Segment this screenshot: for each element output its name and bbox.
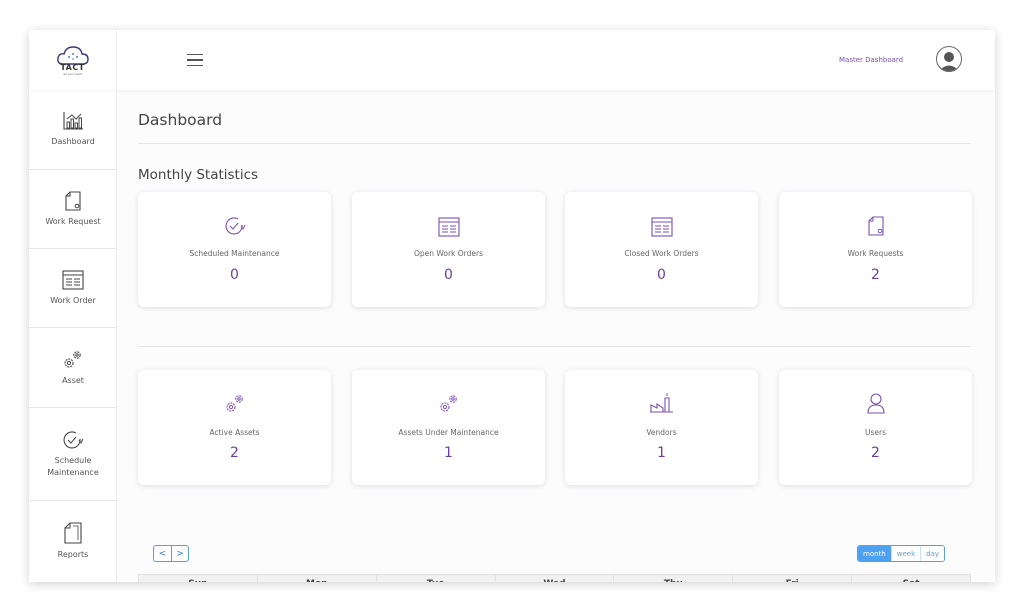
- list-icon: [650, 217, 673, 237]
- stat-card-users[interactable]: Users 2: [779, 370, 972, 485]
- hamburger-menu-icon[interactable]: [187, 54, 203, 66]
- gears-icon: [64, 351, 81, 368]
- sidebar-item-dashboard[interactable]: Dashboard: [29, 90, 117, 170]
- stat-card-assets-under-maintenance[interactable]: Assets Under Maintenance 1: [352, 370, 545, 485]
- divider: [138, 143, 971, 144]
- sidebar-item-label: Work Request: [45, 216, 101, 226]
- calendar-view-tabs: month week day: [857, 545, 946, 562]
- tab-week[interactable]: week: [890, 546, 921, 561]
- stat-value: 0: [230, 267, 239, 283]
- clock-refresh-icon: [225, 217, 245, 235]
- logo-tagline: all you need: [63, 72, 82, 76]
- weekday-header: Sat: [852, 574, 972, 582]
- stat-card-work-requests[interactable]: Work Requests 2: [779, 192, 972, 307]
- sidebar-item-label: Asset: [62, 376, 84, 385]
- sidebar-item-reports[interactable]: Reports: [29, 501, 117, 582]
- sidebar-item-asset[interactable]: Asset: [29, 328, 117, 408]
- sidebar-item-label: Work Order: [50, 295, 96, 305]
- avatar[interactable]: [936, 46, 962, 72]
- stat-value: 0: [444, 267, 453, 283]
- clock-refresh-icon: [63, 430, 84, 449]
- stat-title: Closed Work Orders: [624, 249, 699, 258]
- stat-value: 2: [871, 445, 880, 461]
- chart-icon: [63, 112, 83, 130]
- reports-icon: [64, 522, 82, 544]
- calendar: Sun Mon Tue Wed Thu Fri Sat 1 2 3 4 5 6 …: [138, 574, 972, 582]
- stat-title: Assets Under Maintenance: [398, 428, 499, 437]
- sidebar-item-work-order[interactable]: Work Order: [29, 249, 117, 328]
- gears-icon: [439, 395, 457, 412]
- sidebar-item-label: Schedule Maintenance: [47, 455, 99, 477]
- user-icon: [866, 393, 885, 414]
- factory-icon: [649, 393, 673, 413]
- calendar-nav: < >: [153, 545, 189, 562]
- top-bar: TACT all you need Master Dashboard: [29, 30, 995, 90]
- app-logo[interactable]: TACT all you need: [29, 30, 117, 90]
- page-title: Dashboard: [138, 111, 223, 129]
- calendar-next-button[interactable]: >: [171, 546, 188, 561]
- section-title: Monthly Statistics: [138, 167, 259, 183]
- stat-card-closed-work-orders[interactable]: Closed Work Orders 0: [565, 192, 758, 307]
- weekday-header: Mon: [257, 574, 377, 582]
- stat-card-scheduled-maintenance[interactable]: Scheduled Maintenance 0: [138, 192, 331, 307]
- stat-title: Open Work Orders: [413, 249, 483, 258]
- tab-day[interactable]: day: [920, 546, 945, 561]
- weekday-header: Sun: [138, 574, 258, 582]
- sidebar-item-label: Dashboard: [51, 137, 95, 146]
- stat-value: 0: [657, 267, 666, 283]
- stat-title: Users: [864, 428, 886, 437]
- sidebar-item-schedule-maintenance[interactable]: Schedule Maintenance: [29, 408, 117, 501]
- logo-text: TACT: [60, 63, 85, 72]
- gears-icon: [225, 395, 243, 412]
- master-dashboard-link[interactable]: Master Dashboard: [839, 56, 903, 64]
- main-content: Dashboard Monthly Statistics Scheduled M…: [118, 90, 995, 582]
- sidebar-item-work-request[interactable]: Work Request: [29, 170, 117, 249]
- list-icon: [437, 217, 460, 237]
- app-window: TACT all you need Master Dashboard Dashb…: [29, 30, 995, 582]
- stat-value: 2: [230, 445, 239, 461]
- sidebar-item-label: Reports: [57, 550, 89, 559]
- stat-value: 1: [657, 445, 666, 461]
- stat-title: Work Requests: [847, 249, 904, 258]
- divider: [138, 346, 971, 347]
- stat-title: Scheduled Maintenance: [189, 249, 280, 258]
- stat-value: 1: [444, 445, 453, 461]
- stat-title: Active Assets: [209, 428, 260, 437]
- stat-value: 2: [871, 267, 880, 283]
- stat-card-active-assets[interactable]: Active Assets 2: [138, 370, 331, 485]
- weekday-header: Thu: [614, 574, 734, 582]
- sidebar: Dashboard Work Request Work Order Asset …: [29, 90, 117, 582]
- weekday-header: Fri: [733, 574, 853, 582]
- weekday-header: Wed: [495, 574, 615, 582]
- calendar-prev-button[interactable]: <: [154, 546, 171, 561]
- calendar-header: Sun Mon Tue Wed Thu Fri Sat: [138, 574, 972, 582]
- document-icon: [867, 216, 884, 236]
- stat-title: Vendors: [646, 428, 677, 437]
- user-avatar-icon: [939, 52, 959, 71]
- list-icon: [62, 269, 84, 290]
- weekday-header: Tue: [376, 574, 496, 582]
- stat-card-open-work-orders[interactable]: Open Work Orders 0: [352, 192, 545, 307]
- tab-month[interactable]: month: [858, 546, 891, 561]
- document-icon: [65, 190, 81, 211]
- stat-card-vendors[interactable]: Vendors 1: [565, 370, 758, 485]
